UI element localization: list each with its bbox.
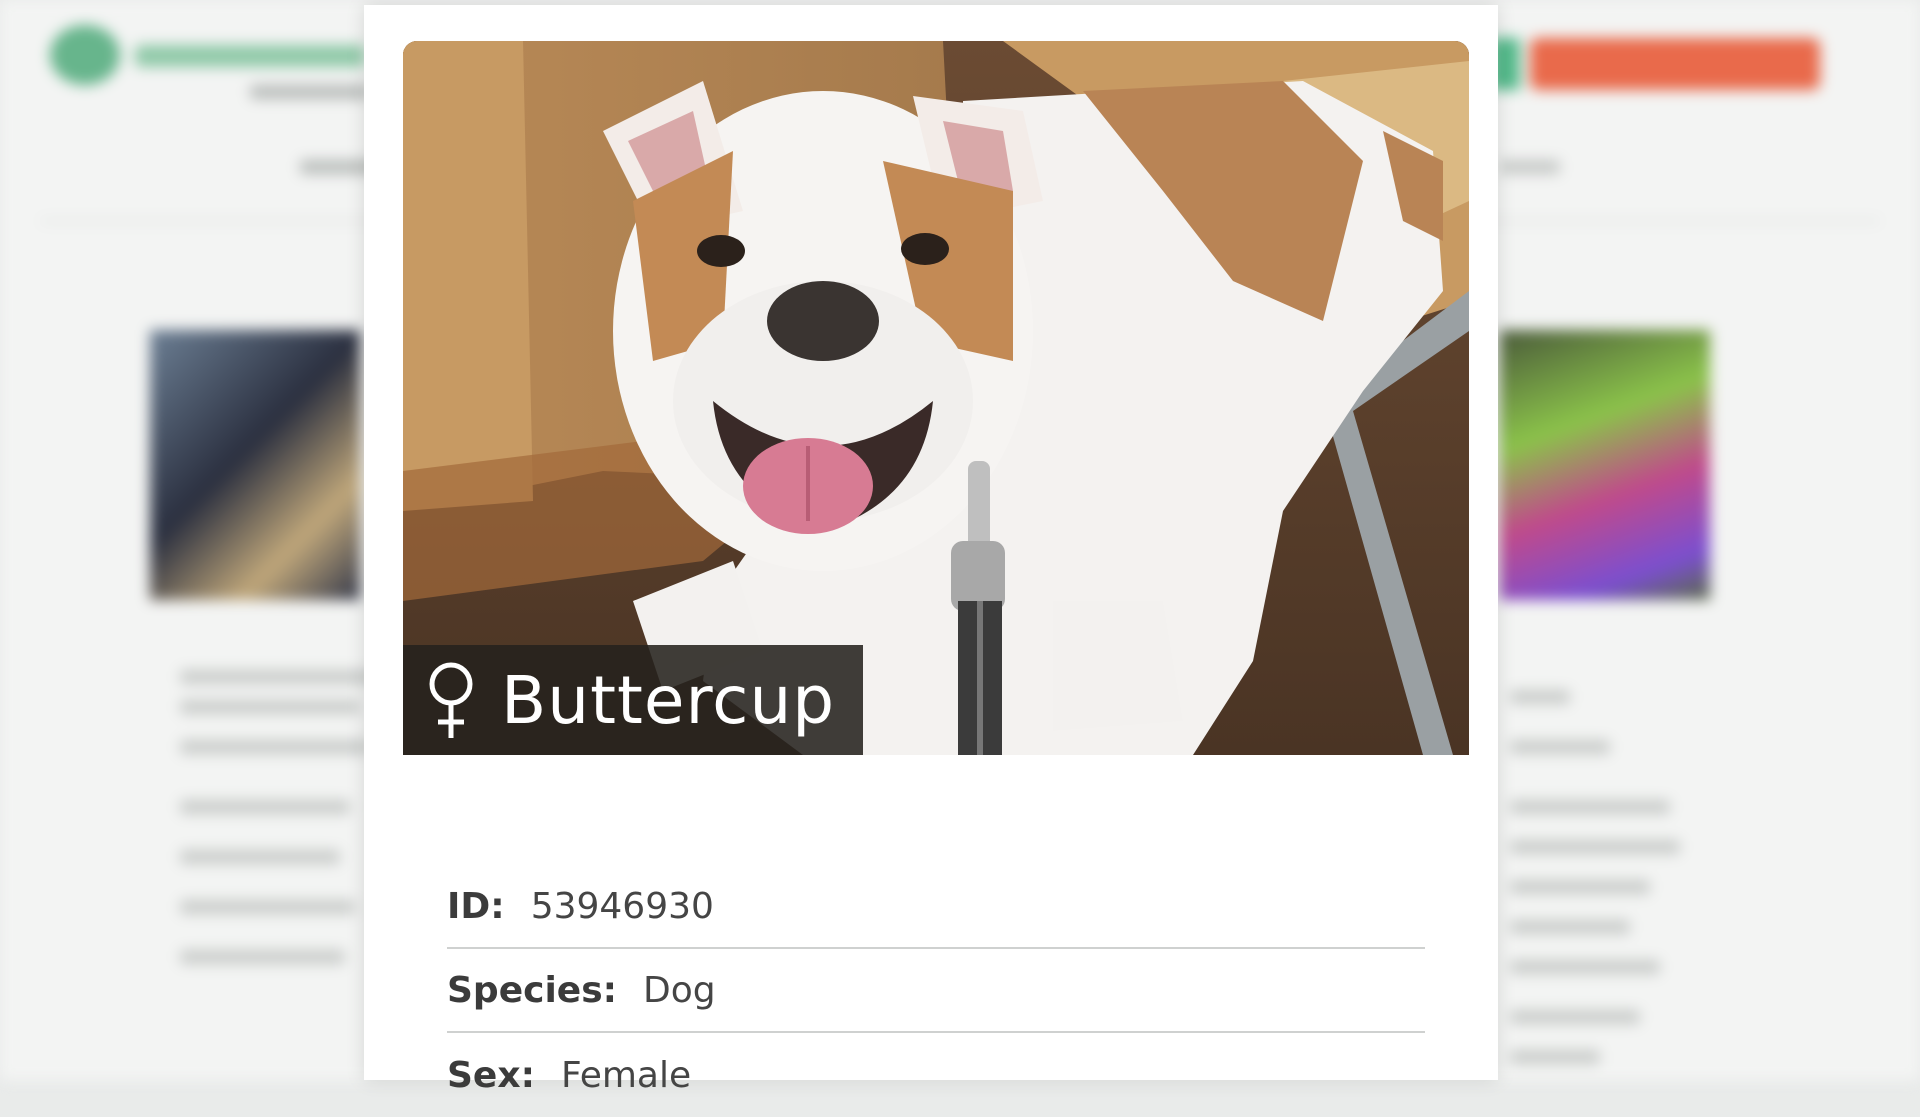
pet-detail-modal: Buttercup ID: 53946930 Species: Dog Sex:…	[364, 5, 1498, 1080]
background-pet-thumbnail	[1500, 330, 1710, 600]
detail-value: 53946930	[531, 886, 714, 927]
pet-name-banner: Buttercup	[403, 645, 863, 755]
background-text-line	[180, 950, 345, 964]
background-logo-subtitle	[250, 85, 370, 99]
detail-label: Species:	[447, 970, 617, 1011]
background-text-line	[1510, 740, 1610, 754]
background-text-line	[180, 850, 340, 864]
background-text-line	[180, 740, 370, 754]
background-text-line	[180, 800, 350, 814]
background-text-line	[180, 700, 360, 714]
background-text-line	[1510, 840, 1680, 854]
background-text-line	[1510, 920, 1630, 934]
background-logo-text	[135, 45, 365, 67]
female-symbol-icon	[423, 660, 479, 740]
detail-row-species: Species: Dog	[447, 949, 1425, 1033]
background-text-line	[1510, 800, 1670, 814]
background-donate-button	[1530, 38, 1820, 90]
background-text-line	[1510, 880, 1650, 894]
background-nav-item	[1500, 160, 1560, 174]
background-text-line	[1510, 1050, 1600, 1064]
background-logo-icon	[50, 25, 120, 85]
detail-row-sex: Sex: Female	[447, 1033, 1425, 1117]
detail-value: Female	[561, 1055, 691, 1096]
detail-row-id: ID: 53946930	[447, 865, 1425, 949]
background-pet-thumbnail	[150, 330, 360, 600]
background-text-line	[1510, 960, 1660, 974]
background-text-line	[180, 900, 355, 914]
background-text-line	[1510, 1010, 1640, 1024]
pet-photo: Buttercup	[403, 41, 1469, 755]
background-text-line	[1510, 690, 1570, 704]
pet-name: Buttercup	[501, 662, 835, 739]
background-text-line	[180, 670, 380, 684]
detail-value: Dog	[643, 970, 716, 1011]
pet-details-list: ID: 53946930 Species: Dog Sex: Female	[447, 865, 1425, 1117]
detail-label: ID:	[447, 886, 505, 927]
detail-label: Sex:	[447, 1055, 535, 1096]
